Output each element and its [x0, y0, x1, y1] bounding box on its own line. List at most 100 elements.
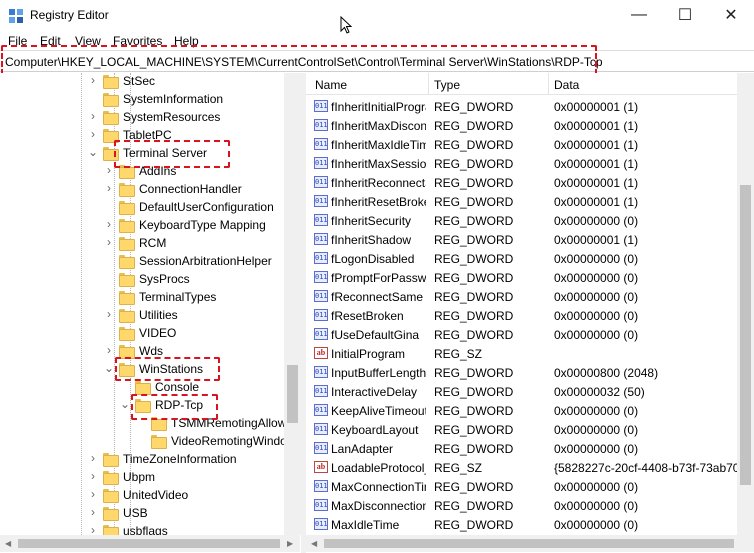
value-row[interactable]: 011MaxConnectionTime REG_DWORD 0x00000000 …	[306, 477, 738, 496]
tree-item[interactable]: › usbflags	[0, 522, 300, 535]
tree-item[interactable]: › TimeZoneInformation	[0, 450, 300, 468]
value-row[interactable]: 011 fResetBroken REG_DWORD 0x00000000 (0)	[306, 306, 738, 325]
value-row[interactable]: 011fInheritInitialProgram REG_DWORD 0x0000…	[306, 97, 738, 116]
maximize-button[interactable]: ☐	[662, 0, 708, 30]
scroll-left-arrow-icon[interactable]: ◀	[5, 539, 11, 548]
collapse-chevron-icon[interactable]: ⌄	[87, 146, 99, 158]
values-vertical-scrollbar[interactable]	[737, 73, 754, 535]
values-hscroll-thumb[interactable]	[324, 539, 734, 548]
tree-item[interactable]: Console	[0, 378, 300, 396]
tree-item[interactable]: › RCM	[0, 234, 300, 252]
close-button[interactable]: ✕	[708, 0, 754, 30]
value-row[interactable]: 011 fLogonDisabled REG_DWORD 0x00000000 (0)	[306, 249, 738, 268]
expand-chevron-icon[interactable]: ›	[103, 182, 115, 194]
tree-item[interactable]: › SystemResources	[0, 108, 300, 126]
tree-item[interactable]: SystemInformation	[0, 90, 300, 108]
minimize-button[interactable]: —	[616, 0, 662, 30]
value-row[interactable]: 011 fUseDefaultGina REG_DWORD 0x00000000 (0…	[306, 325, 738, 344]
reg-dword-icon: 011	[314, 499, 328, 511]
values-horizontal-scrollbar[interactable]: ◀	[306, 535, 754, 552]
column-divider[interactable]	[548, 73, 549, 95]
value-row[interactable]: 011 fInheritShadow REG_DWORD 0x00000001 (1)	[306, 230, 738, 249]
key-tree-pane[interactable]: › StSec SystemInformation › SystemResources ›…	[0, 73, 300, 535]
menu-file[interactable]: File	[8, 34, 27, 48]
tree-horizontal-scrollbar[interactable]: ◀ ▶	[0, 535, 300, 552]
tree-item[interactable]: › AddIns	[0, 162, 300, 180]
value-row[interactable]: 011 fReconnectSame REG_DWORD 0x00000000 (0)	[306, 287, 738, 306]
tree-item[interactable]: ⌄ Terminal Server	[0, 144, 300, 162]
expand-chevron-icon[interactable]: ›	[87, 110, 99, 122]
value-row[interactable]: 011fInheritMaxSessionTime REG_DWORD 0x0000…	[306, 154, 738, 173]
tree-item[interactable]: › KeyboardType Mapping	[0, 216, 300, 234]
value-row[interactable]: 011 LanAdapter REG_DWORD 0x00000000 (0)	[306, 439, 738, 458]
tree-item[interactable]: TerminalTypes	[0, 288, 300, 306]
value-row[interactable]: 011 MaxIdleTime REG_DWORD 0x00000000 (0)	[306, 515, 738, 534]
tree-hscroll-thumb[interactable]	[18, 539, 280, 548]
expand-chevron-icon[interactable]: ›	[87, 488, 99, 500]
tree-item[interactable]: ⌄ RDP-Tcp	[0, 396, 300, 414]
value-data: 0x00000032 (50)	[554, 385, 645, 399]
tree-scroll-thumb[interactable]	[287, 365, 298, 423]
tree-item[interactable]: › Ubpm	[0, 468, 300, 486]
expand-chevron-icon[interactable]: ›	[103, 344, 115, 356]
tree-item[interactable]: DefaultUserConfiguration	[0, 198, 300, 216]
column-header: Name Type Data	[306, 73, 754, 95]
value-row[interactable]: 011fInheritMaxDisconnectionTime REG_DWORD…	[306, 116, 738, 135]
menu-help[interactable]: Help	[174, 34, 199, 48]
tree-item[interactable]: ⌄ WinStations	[0, 360, 300, 378]
menu-edit[interactable]: Edit	[40, 34, 61, 48]
expand-chevron-icon[interactable]: ›	[87, 452, 99, 464]
value-name: fPromptForPassword	[331, 271, 426, 285]
tree-item[interactable]: › USB	[0, 504, 300, 522]
column-data-header[interactable]: Data	[554, 78, 579, 92]
column-divider[interactable]	[428, 73, 429, 95]
tree-item[interactable]: › Utilities	[0, 306, 300, 324]
value-row[interactable]: 011MaxDisconnectionTime REG_DWORD 0x000000…	[306, 496, 738, 515]
value-row[interactable]: ab InitialProgram REG_SZ	[306, 344, 738, 363]
value-row[interactable]: 011 KeyboardLayout REG_DWORD 0x00000000 (0)	[306, 420, 738, 439]
expand-chevron-icon[interactable]: ›	[103, 164, 115, 176]
tree-item[interactable]: SysProcs	[0, 270, 300, 288]
value-row[interactable]: 011 InteractiveDelay REG_DWORD 0x00000032 (…	[306, 382, 738, 401]
collapse-chevron-icon[interactable]: ⌄	[119, 398, 131, 410]
tree-item[interactable]: VideoRemotingWindo	[0, 432, 300, 450]
tree-item[interactable]: › StSec	[0, 73, 300, 90]
menu-favorites[interactable]: Favorites	[113, 34, 162, 48]
address-path[interactable]: Computer\HKEY_LOCAL_MACHINE\SYSTEM\Curre…	[5, 55, 603, 69]
values-scroll-thumb[interactable]	[740, 185, 751, 485]
values-pane[interactable]: Name Type Data 011fInheritInitialProgram…	[306, 73, 754, 535]
expand-chevron-icon[interactable]: ›	[87, 74, 99, 86]
expand-chevron-icon[interactable]: ›	[87, 506, 99, 518]
tree-item[interactable]: VIDEO	[0, 324, 300, 342]
expand-chevron-icon[interactable]: ›	[87, 128, 99, 140]
value-row[interactable]: 011 InputBufferLength REG_DWORD 0x00000800 …	[306, 363, 738, 382]
expand-chevron-icon[interactable]: ›	[103, 308, 115, 320]
menu-view[interactable]: View	[75, 34, 101, 48]
tree-item[interactable]: › ConnectionHandler	[0, 180, 300, 198]
address-bar[interactable]: Computer\HKEY_LOCAL_MACHINE\SYSTEM\Curre…	[0, 50, 754, 72]
tree-item[interactable]: › Wds	[0, 342, 300, 360]
scroll-right-arrow-icon[interactable]: ▶	[287, 539, 293, 548]
value-row[interactable]: abLoadableProtocol_Object REG_SZ {5828227c…	[306, 458, 738, 477]
value-row[interactable]: 011 fInheritMaxIdleTime REG_DWORD 0x0000000…	[306, 135, 738, 154]
value-type: REG_DWORD	[434, 366, 514, 380]
tree-item[interactable]: › TabletPC	[0, 126, 300, 144]
column-name-header[interactable]: Name	[315, 78, 347, 92]
expand-chevron-icon[interactable]: ›	[103, 218, 115, 230]
tree-item[interactable]: › UnitedVideo	[0, 486, 300, 504]
tree-item[interactable]: SessionArbitrationHelper	[0, 252, 300, 270]
value-row[interactable]: 011 fInheritSecurity REG_DWORD 0x00000000 (…	[306, 211, 738, 230]
value-row[interactable]: 011fInheritReconnectSame REG_DWORD 0x00000…	[306, 173, 738, 192]
column-type-header[interactable]: Type	[434, 78, 460, 92]
expand-chevron-icon[interactable]: ›	[87, 470, 99, 482]
tree-vertical-scrollbar[interactable]	[284, 73, 301, 535]
expand-chevron-icon[interactable]: ›	[87, 524, 99, 535]
value-type: REG_DWORD	[434, 100, 514, 114]
tree-item[interactable]: TSMMRemotingAllow	[0, 414, 300, 432]
scroll-left-arrow-icon[interactable]: ◀	[311, 539, 317, 548]
value-row[interactable]: 011fPromptForPassword REG_DWORD 0x00000000…	[306, 268, 738, 287]
collapse-chevron-icon[interactable]: ⌄	[103, 362, 115, 374]
value-row[interactable]: 011fInheritResetBroken REG_DWORD 0x0000000…	[306, 192, 738, 211]
expand-chevron-icon[interactable]: ›	[103, 236, 115, 248]
value-row[interactable]: 011 KeepAliveTimeout REG_DWORD 0x00000000 (…	[306, 401, 738, 420]
